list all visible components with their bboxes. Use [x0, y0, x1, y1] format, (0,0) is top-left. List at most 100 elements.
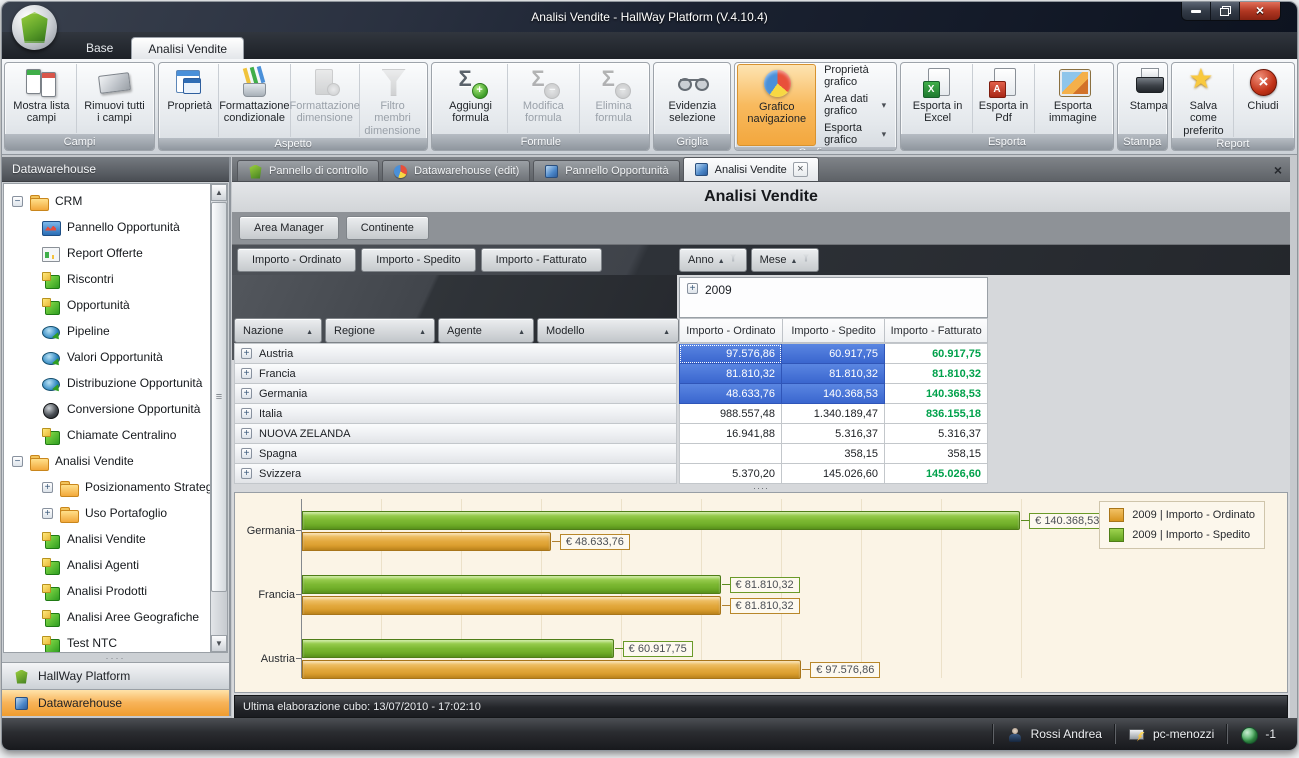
propriet-grafico-menu-item[interactable]: Proprietà grafico [824, 64, 886, 88]
value-cell-francia-1[interactable]: 81.810,32 [782, 364, 885, 384]
dim-header-nazione[interactable]: Nazione [234, 318, 322, 343]
value-cell-germania-1[interactable]: 140.368,53 [782, 384, 885, 404]
doc-tab-datawarehouse-edit[interactable]: Datawarehouse (edit) [382, 160, 530, 181]
horizontal-splitter[interactable] [232, 483, 1290, 492]
area-dati-grafico-menu-item[interactable]: Area dati grafico [824, 93, 886, 117]
tree-item-analisi-aree-geografiche[interactable]: Analisi Aree Geografiche [4, 604, 209, 630]
propriet-button[interactable]: Proprietà [161, 64, 219, 137]
value-cell-nuova-zelanda-2[interactable]: 5.316,37 [885, 424, 988, 444]
statusbar-item-1[interactable]: -1 [1227, 724, 1289, 744]
esporta-grafico-menu-item[interactable]: Esporta grafico [824, 122, 886, 146]
mostra-lista-campi-button[interactable]: Mostra lista campi [7, 64, 77, 133]
expander-plus-icon[interactable] [241, 368, 252, 379]
close-all-tabs-icon[interactable] [1274, 162, 1282, 178]
grafico-navigazione-button[interactable]: Grafico navigazione [737, 64, 816, 146]
value-cell-austria-2[interactable]: 60.917,75 [885, 344, 988, 364]
value-cell-austria-0[interactable]: 97.576,86 [679, 344, 782, 364]
tree-item-analisi-vendite[interactable]: Analisi Vendite [4, 526, 209, 552]
tree-item-uso-portafoglio[interactable]: Uso Portafoglio [4, 500, 209, 526]
filter-button-continente[interactable]: Continente [346, 216, 429, 240]
tree-item-test-ntc[interactable]: Test NTC [4, 630, 209, 653]
chart-bar-germania-2009-importo-ordinato[interactable] [302, 532, 551, 551]
tree-item-analisi-vendite[interactable]: Analisi Vendite [4, 448, 209, 474]
expander-minus-icon[interactable] [12, 456, 23, 467]
doc-tab-analisi-vendite[interactable]: Analisi Vendite [683, 157, 819, 181]
value-cell-germania-2[interactable]: 140.368,53 [885, 384, 988, 404]
restore-button[interactable] [1211, 2, 1240, 20]
tree-item-posizionamento-strategico[interactable]: Posizionamento Strategico [4, 474, 209, 500]
tree-item-distribuzione-opportunit[interactable]: Distribuzione Opportunità [4, 370, 209, 396]
value-cell-spagna-0[interactable] [679, 444, 782, 464]
tree-item-pipeline[interactable]: Pipeline [4, 318, 209, 344]
ribbon-tab-analisi-vendite[interactable]: Analisi Vendite [131, 37, 244, 59]
value-cell-italia-0[interactable]: 988.557,48 [679, 404, 782, 424]
salva-come-preferito-button[interactable]: Salva come preferito [1174, 64, 1234, 137]
tree-item-report-offerte[interactable]: Report Offerte [4, 240, 209, 266]
expander-plus-icon[interactable] [241, 428, 252, 439]
scroll-thumb[interactable] [211, 202, 227, 592]
close-tab-icon[interactable] [793, 162, 808, 177]
value-cell-austria-1[interactable]: 60.917,75 [782, 344, 885, 364]
row-header-francia[interactable]: Francia [234, 364, 677, 384]
expander-plus-icon[interactable] [42, 508, 53, 519]
expander-plus-icon[interactable] [42, 482, 53, 493]
chart-bar-germania-2009-importo-spedito[interactable] [302, 511, 1020, 530]
expander-plus-icon[interactable] [241, 468, 252, 479]
year-group-cell[interactable]: 2009 [679, 277, 988, 318]
sidebar-splitter[interactable] [2, 653, 229, 662]
dim-header-agente[interactable]: Agente [438, 318, 534, 343]
value-cell-spagna-2[interactable]: 358,15 [885, 444, 988, 464]
chart-bar-francia-2009-importo-ordinato[interactable] [302, 596, 721, 615]
value-cell-svizzera-2[interactable]: 145.026,60 [885, 464, 988, 484]
row-header-spagna[interactable]: Spagna [234, 444, 677, 464]
column-button-mese[interactable]: Mese [751, 248, 820, 272]
minimize-button[interactable] [1182, 2, 1211, 20]
row-header-germania[interactable]: Germania [234, 384, 677, 404]
dim-header-regione[interactable]: Regione [325, 318, 435, 343]
column-button-anno[interactable]: Anno [679, 248, 747, 272]
formattazione-condizionale-button[interactable]: Formattazione condizionale [219, 64, 290, 137]
value-cell-italia-2[interactable]: 836.155,18 [885, 404, 988, 424]
filter-button-area-manager[interactable]: Area Manager [239, 216, 339, 240]
row-header-italia[interactable]: Italia [234, 404, 677, 424]
expander-plus-icon[interactable] [241, 348, 252, 359]
expander-minus-icon[interactable] [12, 196, 23, 207]
value-cell-francia-2[interactable]: 81.810,32 [885, 364, 988, 384]
tree-item-opportunit[interactable]: Opportunità [4, 292, 209, 318]
tree-item-analisi-agenti[interactable]: Analisi Agenti [4, 552, 209, 578]
row-header-nuova-zelanda[interactable]: NUOVA ZELANDA [234, 424, 677, 444]
stampa-button[interactable]: Stampa [1120, 64, 1168, 133]
expander-plus-icon[interactable] [241, 408, 252, 419]
expander-plus-icon[interactable] [687, 283, 698, 294]
tree-item-pannello-opportunit[interactable]: Pannello Opportunità [4, 214, 209, 240]
scroll-up-icon[interactable] [211, 184, 227, 201]
expander-plus-icon[interactable] [241, 448, 252, 459]
chart-bar-austria-2009-importo-spedito[interactable] [302, 639, 614, 658]
close-button[interactable] [1240, 2, 1280, 20]
statusbar-item-pc-menozzi[interactable]: pc-menozzi [1115, 724, 1227, 744]
aggiungi-formula-button[interactable]: Aggiungi formula [434, 64, 508, 133]
tree-item-analisi-prodotti[interactable]: Analisi Prodotti [4, 578, 209, 604]
evidenzia-selezione-button[interactable]: Evidenzia selezione [656, 64, 728, 133]
value-cell-nuova-zelanda-1[interactable]: 5.316,37 [782, 424, 885, 444]
chiudi-button[interactable]: Chiudi [1234, 64, 1292, 137]
measure-button-importo-ordinato[interactable]: Importo - Ordinato [237, 248, 356, 272]
row-header-austria[interactable]: Austria [234, 344, 677, 364]
tree-item-crm[interactable]: CRM [4, 188, 209, 214]
tree-item-valori-opportunit[interactable]: Valori Opportunità [4, 344, 209, 370]
tree-item-riscontri[interactable]: Riscontri [4, 266, 209, 292]
sidebar-nav-hallway-platform[interactable]: HallWay Platform [2, 662, 229, 689]
statusbar-item-rossi-andrea[interactable]: Rossi Andrea [993, 724, 1115, 744]
value-cell-francia-0[interactable]: 81.810,32 [679, 364, 782, 384]
expander-plus-icon[interactable] [241, 388, 252, 399]
esporta-immagine-button[interactable]: Esporta immagine [1035, 64, 1111, 133]
doc-tab-pannello-opportunit[interactable]: Pannello Opportunità [533, 160, 679, 181]
ribbon-tab-base[interactable]: Base [70, 37, 129, 59]
esporta-in-pdf-button[interactable]: Esporta in Pdf [973, 64, 1035, 133]
tree-item-chiamate-centralino[interactable]: Chiamate Centralino [4, 422, 209, 448]
chart-bar-francia-2009-importo-spedito[interactable] [302, 575, 721, 594]
value-cell-svizzera-1[interactable]: 145.026,60 [782, 464, 885, 484]
value-cell-spagna-1[interactable]: 358,15 [782, 444, 885, 464]
esporta-in-excel-button[interactable]: Esporta in Excel [903, 64, 973, 133]
chart-bar-austria-2009-importo-ordinato[interactable] [302, 660, 801, 679]
